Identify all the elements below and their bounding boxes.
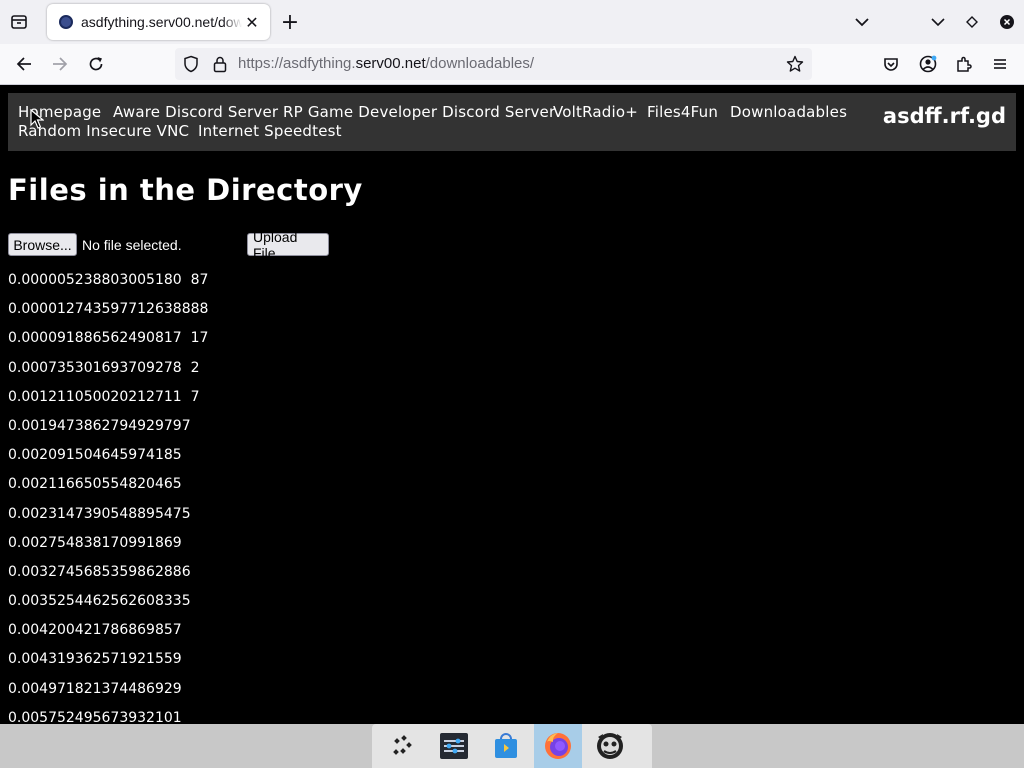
settings-icon (440, 733, 468, 759)
app-launcher-icon (393, 735, 412, 755)
file-link[interactable]: 0.0019473862794929797 (8, 416, 208, 445)
shield-icon (184, 55, 198, 73)
back-button[interactable] (9, 50, 39, 78)
file-link[interactable]: 0.0035254462562608335 (8, 591, 208, 620)
extensions-button[interactable] (949, 50, 979, 78)
plus-icon: + (280, 9, 300, 35)
file-link[interactable]: 0.001211050020212711 7 (8, 387, 208, 416)
nav-link-voltradio[interactable]: VoltRadio+ (553, 103, 638, 121)
page-title: Files in the Directory (8, 173, 363, 207)
upload-file-button[interactable]: Upload File (247, 229, 329, 261)
file-link[interactable]: 0.000005238803005180 87 (8, 270, 208, 299)
pocket-button[interactable] (876, 50, 906, 78)
game-icon (597, 733, 623, 759)
url-prefix: https://asdfything. (238, 55, 356, 72)
reload-icon (89, 57, 103, 71)
minimize-icon (931, 18, 945, 27)
list-all-tabs-button[interactable] (848, 0, 876, 44)
site-brand[interactable]: asdff.rf.gd (883, 104, 1006, 128)
url-path: /downloadables/ (425, 55, 535, 72)
extensions-icon (957, 56, 972, 72)
file-link[interactable]: 0.002091504645974185 (8, 445, 208, 474)
firefox-icon (545, 733, 571, 759)
tab-title: asdfything.serv00.net/downloadables/ (81, 14, 242, 30)
menu-icon (994, 59, 1006, 69)
game-app-button[interactable] (586, 724, 634, 768)
url-text[interactable]: https://asdfything.serv00.net/downloadab… (238, 55, 534, 72)
back-icon (16, 57, 31, 71)
close-icon[interactable]: ✕ (242, 12, 262, 32)
file-link[interactable]: 0.002116650554820465 (8, 474, 208, 503)
nav-link-aware-discord[interactable]: Aware Discord Server (113, 103, 278, 121)
firefox-app-button[interactable] (534, 724, 582, 768)
nav-link-files4fun[interactable]: Files4Fun (647, 103, 718, 121)
nav-link-speedtest[interactable]: Internet Speedtest (198, 122, 342, 140)
tab-list-icon (11, 15, 27, 29)
chevron-down-icon (855, 18, 869, 27)
menu-button[interactable] (985, 50, 1015, 78)
maximize-button[interactable] (960, 0, 984, 44)
site-navigation: Homepage Aware Discord Server RP Game De… (8, 93, 1016, 151)
file-link[interactable]: 0.000012743597712638888 (8, 299, 208, 328)
app-launcher-button[interactable] (380, 724, 428, 768)
file-link[interactable]: 0.000735301693709278 2 (8, 358, 208, 387)
settings-app-button[interactable] (430, 724, 478, 768)
file-link[interactable]: 0.0032745685359862886 (8, 562, 208, 591)
pocket-icon (884, 57, 898, 71)
store-icon (495, 733, 517, 758)
lock-icon (213, 56, 227, 73)
file-link[interactable]: 0.0023147390548895475 (8, 504, 208, 533)
site-info-button[interactable] (212, 55, 228, 77)
new-tab-button[interactable]: + (278, 8, 302, 36)
star-icon (786, 55, 804, 72)
nav-link-downloadables[interactable]: Downloadables (730, 103, 847, 121)
tab-list-button[interactable] (0, 0, 38, 44)
bookmark-button[interactable] (786, 55, 804, 77)
account-icon (919, 55, 937, 73)
no-file-label: No file selected. (82, 237, 182, 253)
url-domain: serv00.net (355, 55, 426, 72)
file-link[interactable]: 0.004200421786869857 (8, 620, 208, 649)
browser-tab[interactable]: asdfything.serv00.net/downloadables/ ✕ (47, 4, 270, 40)
store-app-button[interactable] (482, 724, 530, 768)
file-link[interactable]: 0.005752495673932101 (8, 708, 208, 724)
file-link[interactable]: 0.004319362571921559 (8, 649, 208, 678)
close-window-button[interactable] (996, 0, 1018, 44)
mouse-cursor-icon (30, 109, 44, 129)
file-link[interactable]: 0.004971821374486929 (8, 679, 208, 708)
reload-button[interactable] (81, 50, 111, 78)
forward-icon (53, 57, 68, 71)
minimize-button[interactable] (926, 0, 950, 44)
file-list: 0.000005238803005180 87 0.000012743597712… (8, 270, 208, 724)
file-link[interactable]: 0.002754838170991869 (8, 533, 208, 562)
site-favicon-icon (59, 15, 73, 29)
file-link[interactable]: 0.000091886562490817 17 (8, 328, 208, 357)
web-page: Homepage Aware Discord Server RP Game De… (0, 85, 1024, 724)
maximize-icon (966, 16, 978, 28)
tracking-protection-button[interactable] (183, 55, 199, 77)
account-button[interactable] (913, 50, 943, 78)
forward-button[interactable] (45, 50, 75, 78)
browse-button[interactable]: Browse... (8, 233, 77, 256)
dock (372, 724, 652, 768)
nav-link-rp-game-dev-discord[interactable]: RP Game Developer Discord Server (283, 103, 555, 121)
close-window-icon (1000, 15, 1014, 29)
